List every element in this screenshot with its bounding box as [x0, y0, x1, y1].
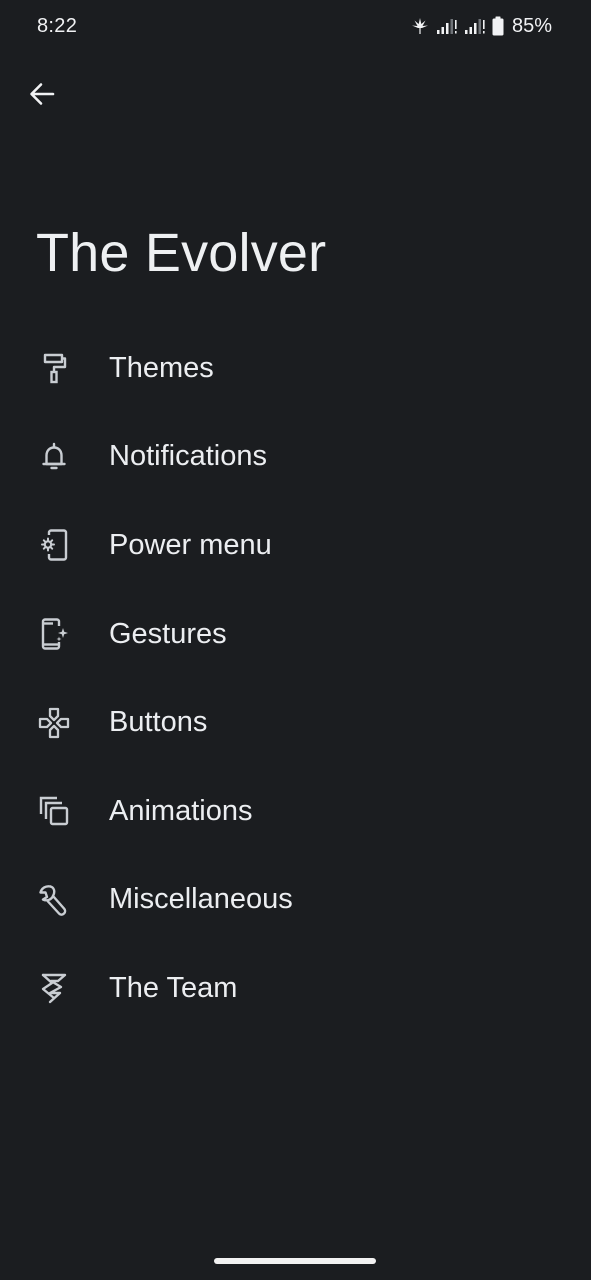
menu-item-label: Buttons: [109, 706, 208, 739]
bell-icon: [36, 439, 72, 475]
gesture-nav-handle[interactable]: [214, 1258, 376, 1264]
menu-item-label: Themes: [109, 351, 214, 384]
battery-icon: [492, 16, 504, 36]
layers-icon: [36, 793, 72, 829]
signal-icon: [464, 17, 486, 35]
battery-percent: 85%: [511, 14, 552, 37]
menu-item-animations[interactable]: Animations: [0, 767, 591, 856]
menu-item-buttons[interactable]: Buttons: [0, 678, 591, 767]
arrow-left-icon: [28, 80, 56, 113]
menu-item-label: Power menu: [109, 528, 272, 561]
menu-item-notifications[interactable]: Notifications: [0, 413, 591, 502]
menu-item-label: The Team: [109, 971, 238, 1004]
wrench-icon: [36, 882, 72, 918]
status-time: 8:22: [37, 15, 78, 37]
signal-icon: [436, 17, 458, 35]
menu-item-themes[interactable]: Themes: [0, 324, 591, 413]
menu-item-miscellaneous[interactable]: Miscellaneous: [0, 856, 591, 945]
evolution-logo-icon: [36, 970, 72, 1006]
menu-item-the-team[interactable]: The Team: [0, 944, 591, 1033]
menu-item-label: Notifications: [109, 440, 267, 473]
menu-item-power-menu[interactable]: Power menu: [0, 501, 591, 590]
settings-menu-list: Themes Notifications Power menu Gestures…: [0, 324, 591, 1033]
page-title: The Evolver: [36, 223, 327, 283]
phone-sparkle-icon: [36, 616, 72, 652]
paint-roller-icon: [36, 350, 72, 386]
gamepad-icon: [36, 705, 72, 741]
menu-item-gestures[interactable]: Gestures: [0, 590, 591, 679]
status-icons: 85%: [410, 14, 552, 38]
phone-settings-icon: [36, 527, 72, 563]
leaf-icon: [410, 16, 430, 36]
back-button[interactable]: [20, 74, 64, 118]
menu-item-label: Miscellaneous: [109, 883, 293, 916]
status-bar: 8:22 85%: [0, 0, 591, 56]
menu-item-label: Gestures: [109, 617, 227, 650]
menu-item-label: Animations: [109, 794, 253, 827]
